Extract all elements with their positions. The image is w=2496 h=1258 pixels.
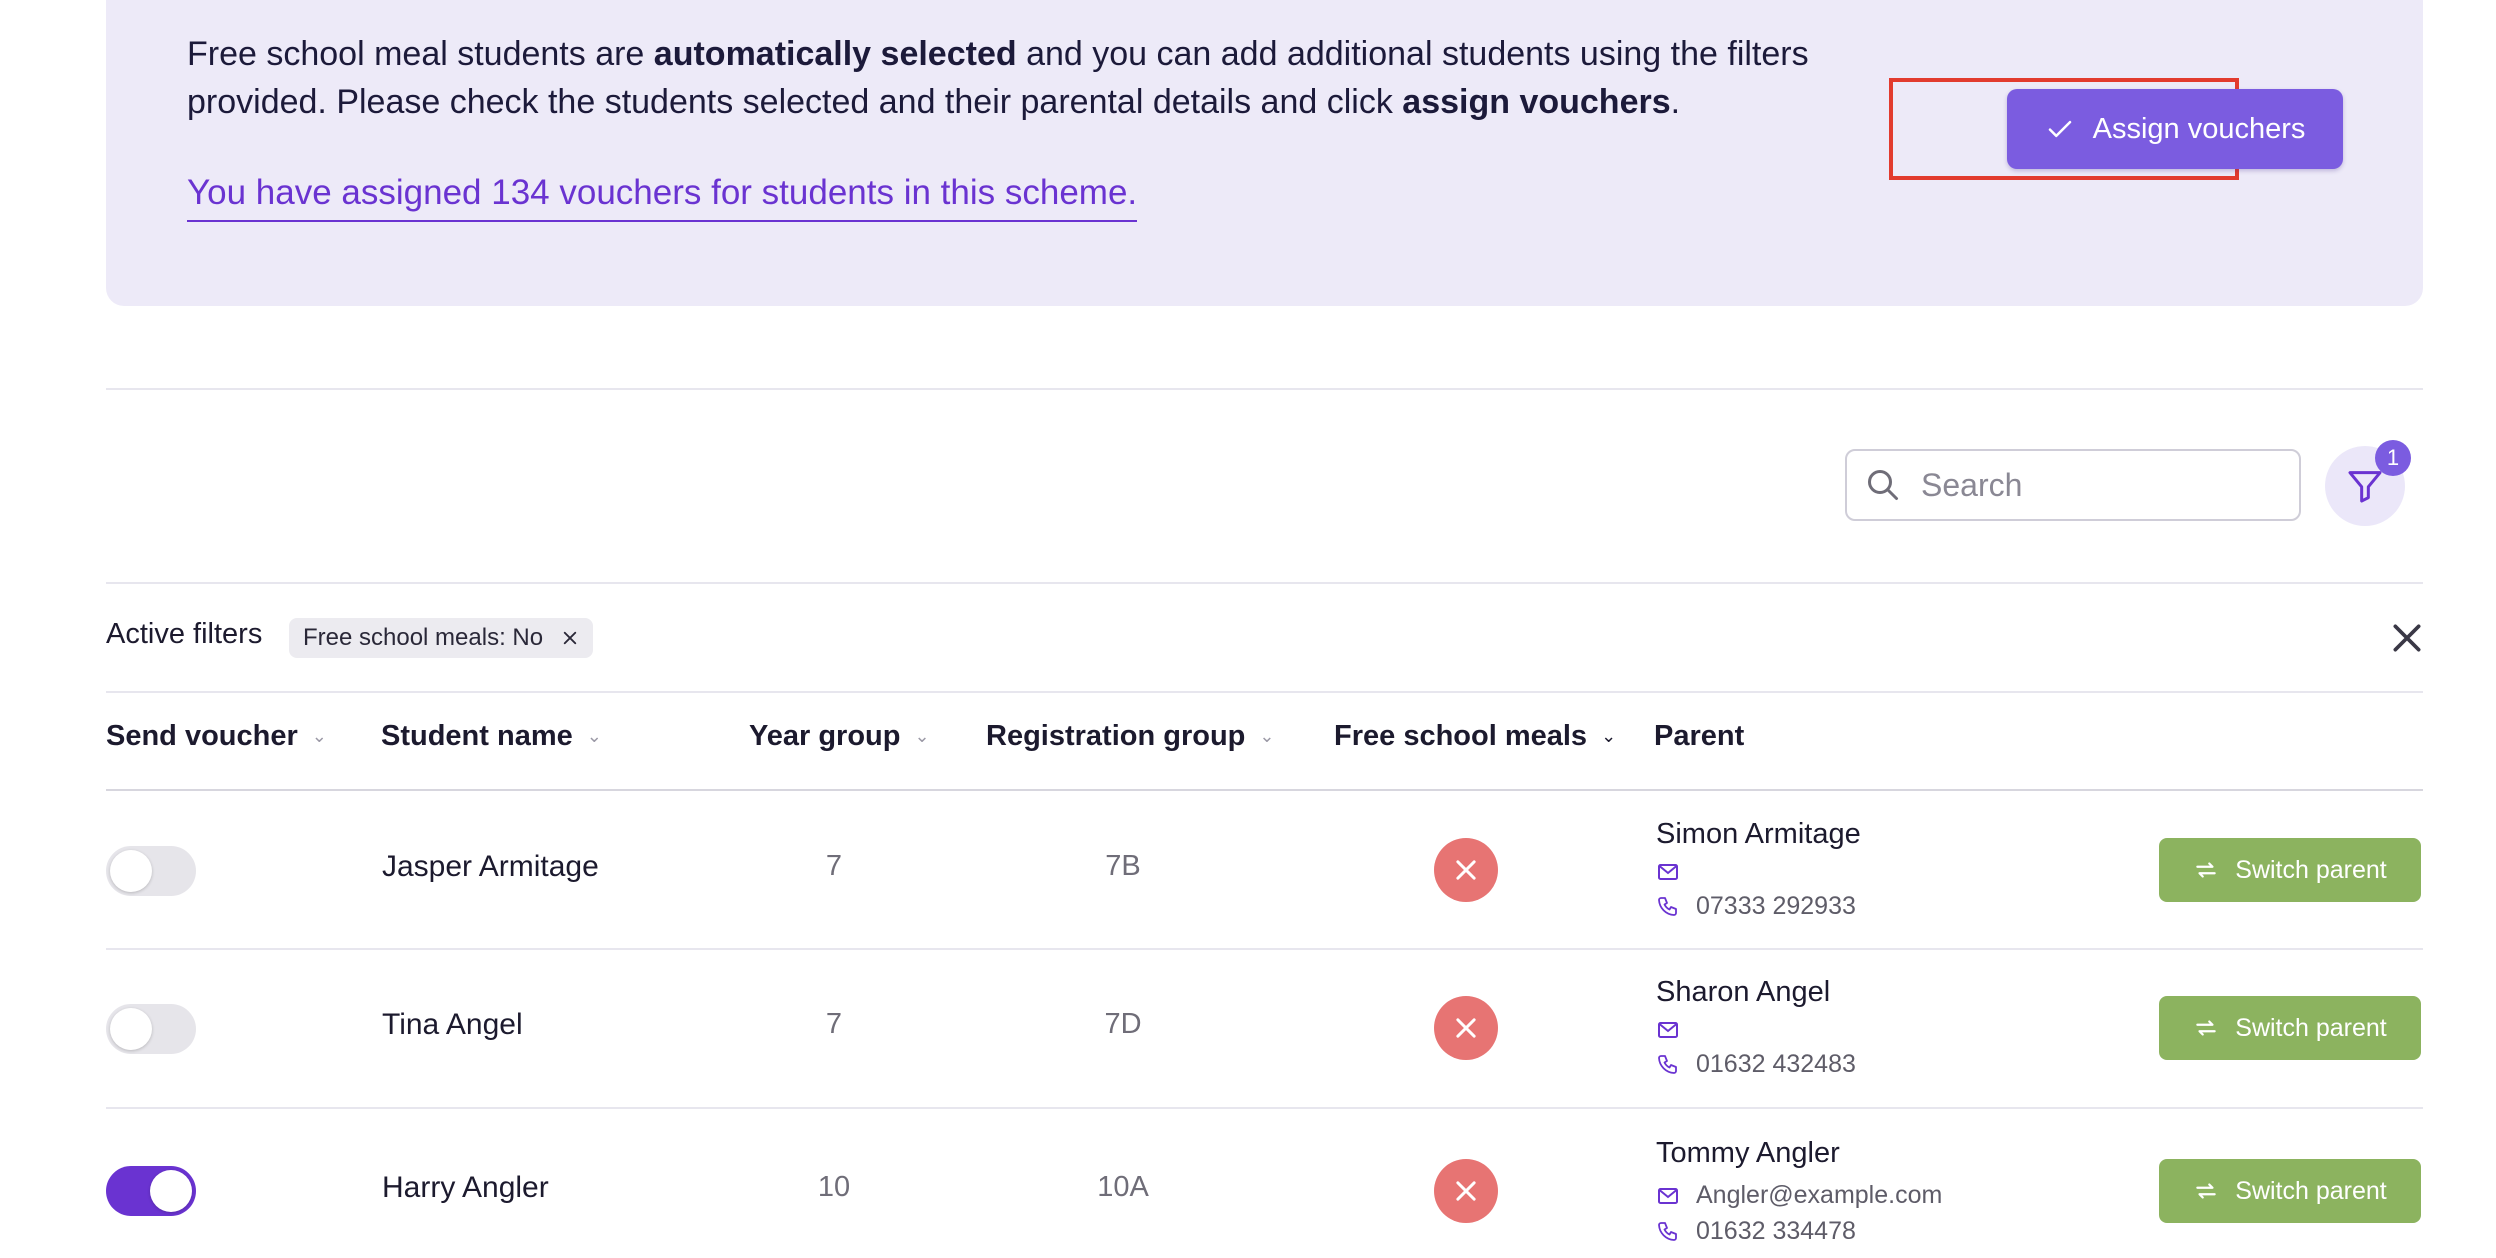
header-student-name[interactable]: Student name ⌄ <box>381 720 602 753</box>
parent-name: Tommy Angler <box>1656 1137 1840 1169</box>
chevron-down-icon: ⌄ <box>311 726 327 746</box>
parent-name: Sharon Angel <box>1656 976 1831 1008</box>
header-label: Year group <box>749 720 901 752</box>
registration-group: 10A <box>1097 1171 1149 1203</box>
parent-email[interactable]: Angler@example.com <box>1656 1181 1942 1210</box>
header-free-school-meals[interactable]: Free school meals ⌄ <box>1334 720 1616 753</box>
parent-email-text: Angler@example.com <box>1696 1181 1943 1209</box>
year-group: 7 <box>825 850 843 882</box>
parent-email[interactable] <box>1656 1018 1696 1042</box>
toggle-knob <box>110 850 152 892</box>
mail-icon <box>1658 1022 1678 1038</box>
divider <box>106 388 2423 390</box>
page: Free school meal students are automatica… <box>0 0 2496 1258</box>
switch-icon <box>2196 1183 2217 1199</box>
parent-phone-text: 01632 334478 <box>1696 1217 1856 1245</box>
divider <box>106 691 2423 693</box>
x-circle-icon <box>1434 996 1498 1060</box>
check-icon <box>2048 120 2071 138</box>
close-icon[interactable] <box>561 629 579 647</box>
header-send-voucher[interactable]: Send voucher ⌄ <box>106 720 327 753</box>
phone-icon <box>1658 1054 1677 1074</box>
parent-phone[interactable]: 01632 432483 <box>1656 1050 1856 1079</box>
year-group: 7 <box>825 1008 843 1040</box>
student-name: Harry Angler <box>382 1171 549 1204</box>
assigned-vouchers-link[interactable]: You have assigned 134 vouchers for stude… <box>187 168 1138 222</box>
assign-vouchers-button[interactable]: Assign vouchers <box>2007 89 2343 169</box>
registration-group: 7D <box>1104 1008 1142 1040</box>
banner-text-part: . <box>1670 83 1681 121</box>
chevron-down-icon: ⌄ <box>586 726 602 746</box>
mail-icon <box>1658 1187 1678 1204</box>
x-circle-icon <box>1434 838 1498 902</box>
chevron-down-icon: ⌄ <box>1601 726 1617 746</box>
switch-parent-button[interactable]: Switch parent <box>2159 1159 2421 1223</box>
banner-text-part: Free school meal students are <box>187 35 654 73</box>
switch-parent-label: Switch parent <box>2235 1176 2387 1205</box>
assign-vouchers-label: Assign vouchers <box>2092 112 2306 145</box>
mail-icon <box>1658 864 1678 880</box>
switch-parent-button[interactable]: Switch parent <box>2159 838 2421 902</box>
banner-description: Free school meal students are automatica… <box>187 30 1847 126</box>
phone-icon <box>1658 896 1677 916</box>
student-name: Jasper Armitage <box>382 850 599 883</box>
registration-group: 7B <box>1105 850 1141 882</box>
header-label: Send voucher <box>106 720 298 752</box>
search-icon <box>1868 470 1898 500</box>
banner-bold-part: assign vouchers <box>1402 83 1671 121</box>
table-row: Tina Angel 7 7D Sharon Angel 01632 43248… <box>106 950 2423 1108</box>
filter-chip: Free school meals: No <box>289 618 594 658</box>
filter-icon <box>2348 471 2382 503</box>
switch-parent-label: Switch parent <box>2235 855 2387 884</box>
filter-count-badge: 1 <box>2375 440 2411 476</box>
switch-parent-button[interactable]: Switch parent <box>2159 996 2421 1060</box>
year-group: 10 <box>817 1171 851 1203</box>
phone-icon <box>1658 1221 1677 1241</box>
header-label: Parent <box>1654 720 1745 752</box>
search-input[interactable] <box>1919 465 2263 505</box>
switch-icon <box>2196 1020 2217 1036</box>
chevron-down-icon: ⌄ <box>914 726 930 746</box>
header-parent: Parent <box>1654 720 1744 753</box>
banner-bold-part: automatically selected <box>653 35 1017 73</box>
send-voucher-toggle[interactable] <box>106 846 196 896</box>
chevron-down-icon: ⌄ <box>1259 726 1275 746</box>
toggle-knob <box>150 1170 192 1212</box>
header-label: Registration group <box>986 720 1246 752</box>
divider <box>106 582 2423 584</box>
parent-phone-text: 01632 432483 <box>1696 1050 1856 1078</box>
header-year-group[interactable]: Year group ⌄ <box>749 720 930 753</box>
filter-chip-label: Free school meals: No <box>303 624 544 651</box>
table-row: Harry Angler 10 10A Tommy Angler Angler@… <box>106 1109 2423 1258</box>
header-registration-group[interactable]: Registration group ⌄ <box>986 720 1274 753</box>
send-voucher-toggle[interactable] <box>106 1166 196 1216</box>
student-name: Tina Angel <box>382 1008 523 1041</box>
x-circle-icon <box>1434 1159 1498 1223</box>
parent-email[interactable] <box>1656 860 1696 884</box>
send-voucher-toggle[interactable] <box>106 1004 196 1054</box>
switch-parent-label: Switch parent <box>2235 1013 2387 1042</box>
parent-phone-text: 07333 292933 <box>1696 892 1856 920</box>
table-row: Jasper Armitage 7 7B Simon Armitage 0733… <box>106 790 2423 948</box>
parent-name: Simon Armitage <box>1656 818 1861 850</box>
parent-phone[interactable]: 01632 334478 <box>1656 1217 1856 1246</box>
header-label: Free school meals <box>1334 720 1588 752</box>
parent-phone[interactable]: 07333 292933 <box>1656 892 1856 921</box>
active-filters-label: Active filters <box>106 618 263 650</box>
clear-filters-close-icon[interactable] <box>2387 618 2427 658</box>
toggle-knob <box>110 1008 152 1050</box>
header-label: Student name <box>381 720 573 752</box>
search-field[interactable] <box>1845 449 2301 521</box>
switch-icon <box>2196 862 2217 878</box>
